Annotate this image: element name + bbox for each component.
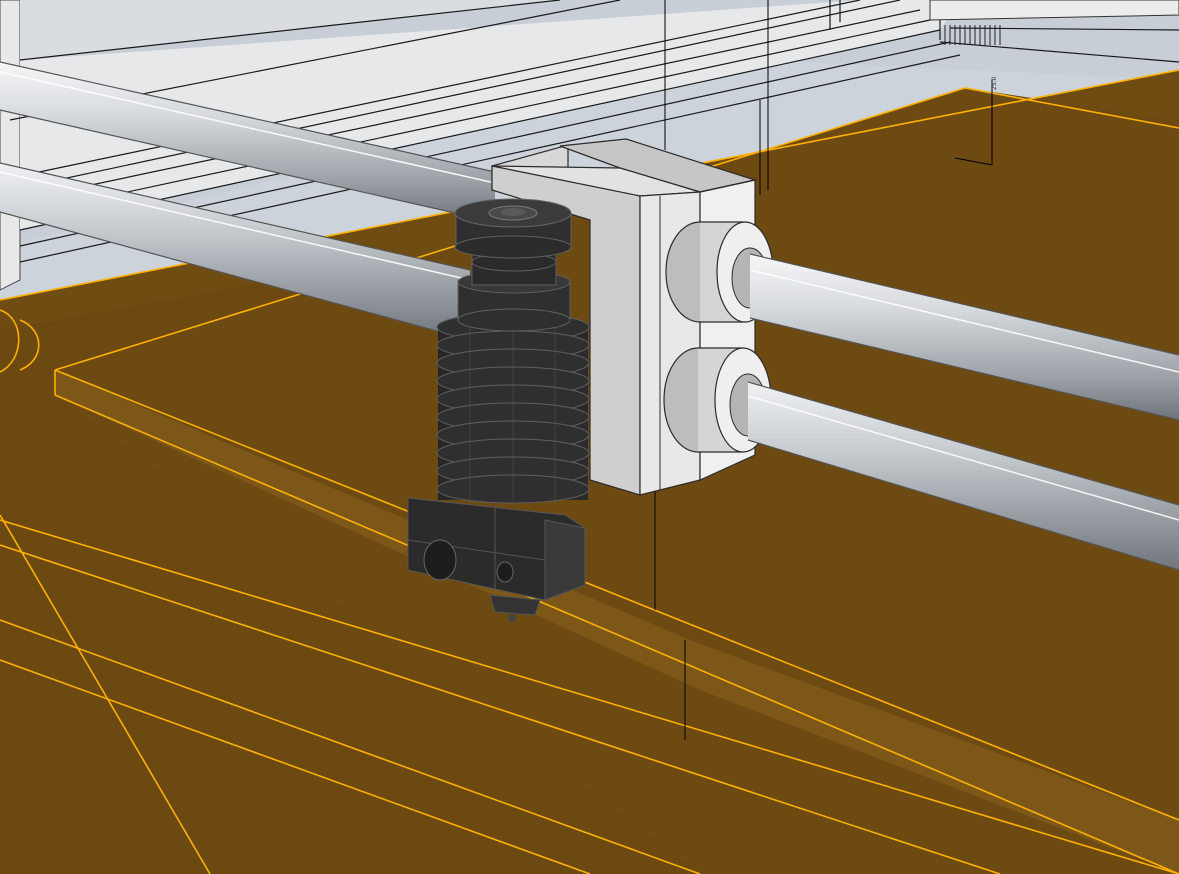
dimension-label: 25.0 [991,76,998,90]
hotend-heatsink[interactable] [436,312,590,510]
cad-viewport[interactable]: 25.0 [0,0,1179,874]
hotend-mount-groove[interactable] [454,198,572,332]
scene-canvas[interactable]: 25.0 [0,0,1179,874]
